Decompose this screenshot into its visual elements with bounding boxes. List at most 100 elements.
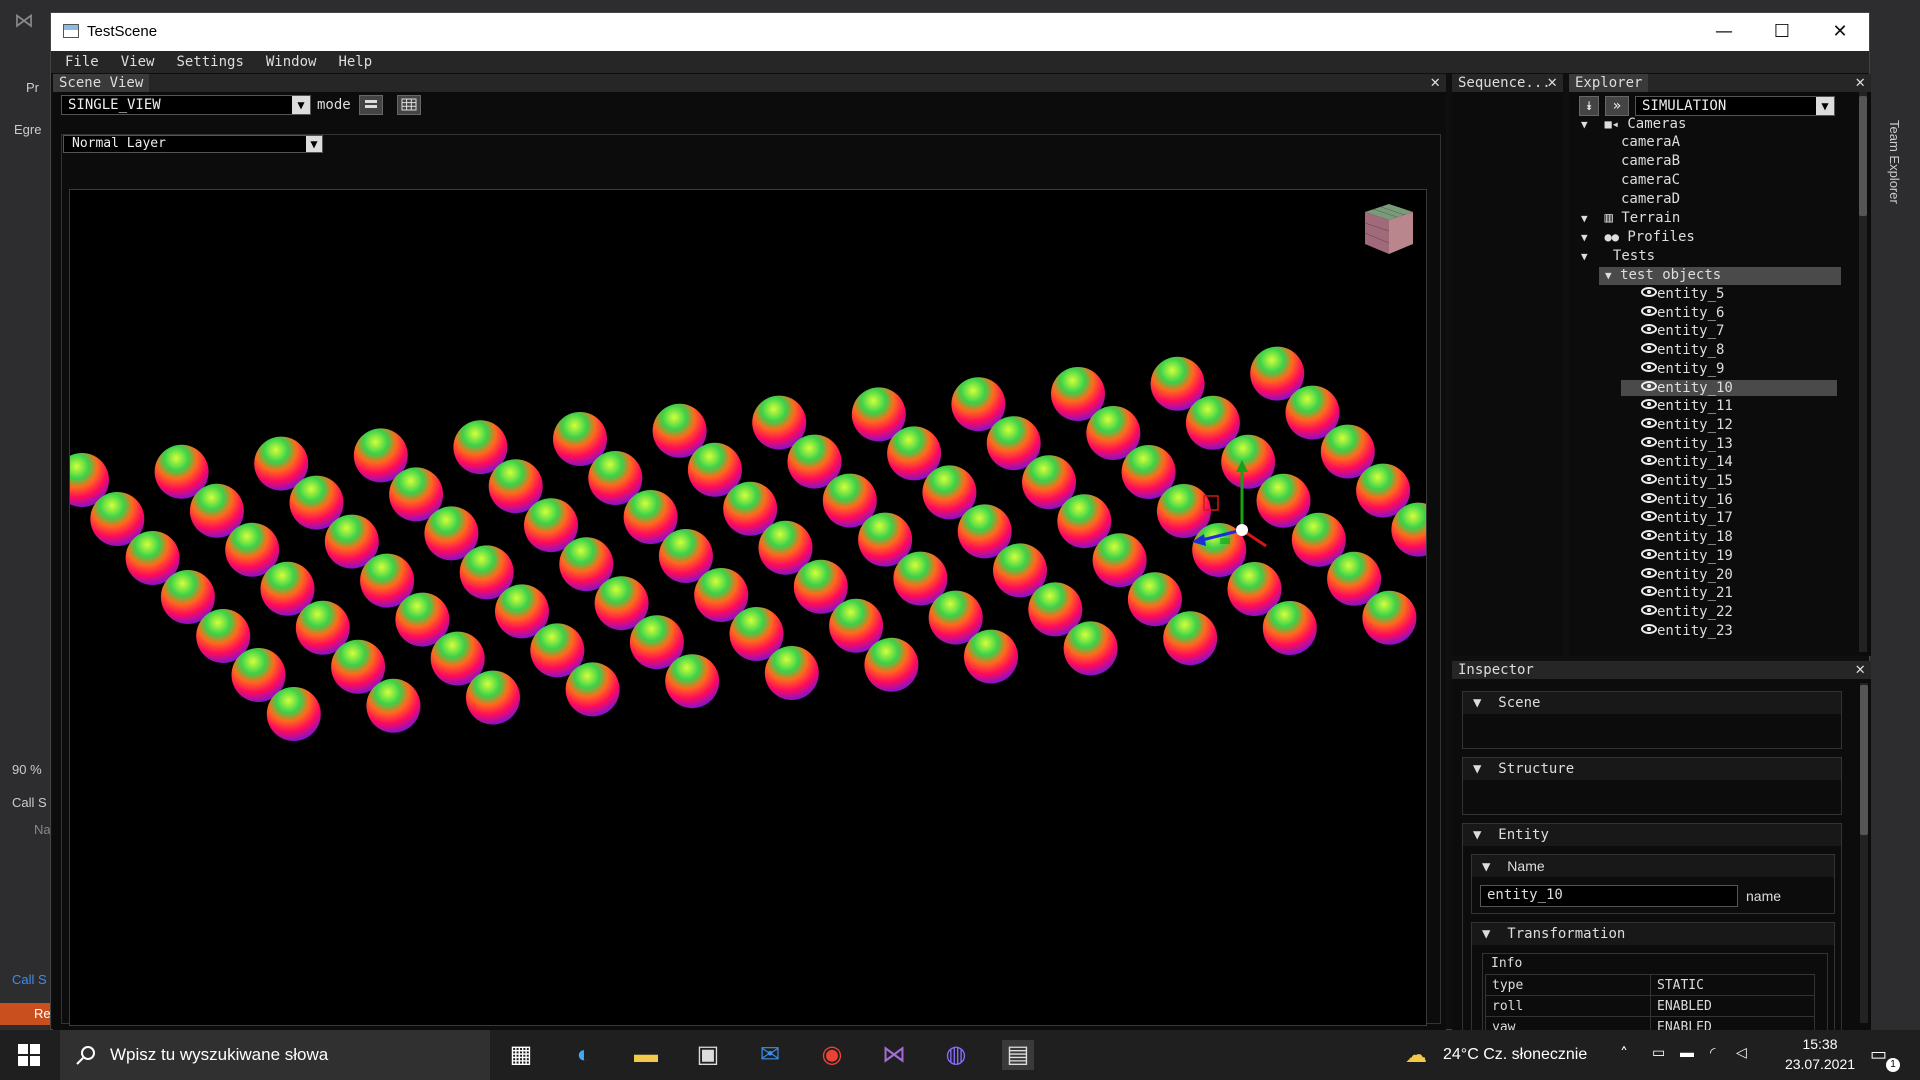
- eye-icon[interactable]: [1641, 361, 1657, 372]
- wifi-icon[interactable]: ◜: [1710, 1044, 1715, 1061]
- sphere-entity[interactable]: [964, 629, 1018, 684]
- sphere-entity[interactable]: [1362, 590, 1417, 645]
- grid-layout-button[interactable]: [397, 95, 421, 115]
- transformation-section-header[interactable]: ▼ Transformation: [1472, 923, 1834, 945]
- clock-time[interactable]: 15:38: [1780, 1036, 1860, 1052]
- eye-icon[interactable]: [1641, 399, 1657, 410]
- menu-settings[interactable]: Settings: [162, 51, 251, 70]
- eye-icon[interactable]: [1641, 604, 1657, 615]
- weather-text[interactable]: 24°C Cz. słonecznie: [1443, 1046, 1587, 1064]
- maximize-button[interactable]: ☐: [1753, 13, 1811, 51]
- tree-node-entity[interactable]: entity_20: [1621, 567, 1733, 583]
- layer-dropdown[interactable]: Normal Layer ▼: [63, 135, 323, 153]
- eye-icon[interactable]: [1641, 417, 1657, 428]
- tree-node-entity[interactable]: entity_6: [1621, 305, 1724, 321]
- sphere-entity[interactable]: [1262, 601, 1317, 655]
- sphere-entity[interactable]: [466, 670, 520, 725]
- visual-studio-taskbar-icon[interactable]: ⋈: [878, 1040, 910, 1070]
- tree-node-entity[interactable]: entity_17: [1621, 510, 1733, 526]
- tree-node-entity[interactable]: entity_9: [1621, 361, 1724, 377]
- tree-node-tests[interactable]: ▼ Tests: [1581, 248, 1655, 264]
- edge-icon[interactable]: ◐: [568, 1040, 600, 1070]
- tree-node-entity[interactable]: entity_16: [1621, 492, 1733, 508]
- tree-node-entity[interactable]: entity_22: [1621, 604, 1733, 620]
- tree-node-camera[interactable]: cameraD: [1621, 191, 1680, 207]
- testscene-taskbar-icon[interactable]: ▤: [1002, 1040, 1034, 1070]
- view-mode-dropdown[interactable]: SINGLE_VIEW ▼: [61, 95, 311, 115]
- eye-icon[interactable]: [1641, 530, 1657, 541]
- sphere-entity[interactable]: [864, 637, 919, 692]
- clock-date[interactable]: 23.07.2021: [1780, 1056, 1860, 1072]
- tree-node-entity[interactable]: entity_18: [1621, 529, 1733, 545]
- view-cube-icon[interactable]: [1357, 198, 1419, 260]
- explorer-scroll-thumb[interactable]: [1859, 96, 1867, 216]
- tree-node-camera[interactable]: cameraB: [1621, 153, 1680, 169]
- eye-icon[interactable]: [1641, 305, 1657, 316]
- eye-icon[interactable]: [1641, 324, 1657, 335]
- notification-icon[interactable]: ▭: [1870, 1044, 1887, 1065]
- eye-icon[interactable]: [1641, 586, 1657, 597]
- inspector-close-icon[interactable]: ✕: [1855, 659, 1865, 678]
- eye-icon[interactable]: [1641, 623, 1657, 634]
- eye-icon[interactable]: [1641, 455, 1657, 466]
- tree-node-entity[interactable]: entity_8: [1621, 342, 1724, 358]
- tree-node-entity[interactable]: entity_14: [1621, 454, 1733, 470]
- menu-help[interactable]: Help: [324, 51, 380, 70]
- eye-icon[interactable]: [1641, 287, 1657, 297]
- battery-icon[interactable]: ▬: [1680, 1044, 1694, 1060]
- eye-icon[interactable]: [1641, 343, 1657, 354]
- tree-node-camera[interactable]: cameraA: [1621, 134, 1680, 150]
- tree-node-entity[interactable]: entity_7: [1621, 323, 1724, 339]
- tree-node-cameras[interactable]: ▼ ■◂ Cameras: [1581, 116, 1686, 132]
- tree-node-terrain[interactable]: ▼ ▥ Terrain: [1581, 210, 1680, 226]
- volume-icon[interactable]: ◁: [1736, 1044, 1747, 1061]
- scene-view-tab[interactable]: Scene View: [53, 74, 150, 92]
- tree-node-entity[interactable]: entity_21: [1621, 585, 1733, 601]
- task-view-icon[interactable]: ▦: [505, 1040, 537, 1070]
- inspector-scrollbar[interactable]: [1860, 683, 1868, 1023]
- chrome-icon[interactable]: ◉: [816, 1040, 848, 1070]
- eye-icon[interactable]: [1641, 380, 1657, 391]
- eye-icon[interactable]: [1641, 567, 1657, 578]
- name-section-header[interactable]: ▼ Name: [1472, 855, 1834, 877]
- 3d-viewport[interactable]: [69, 189, 1427, 1026]
- eye-icon[interactable]: [1641, 436, 1657, 447]
- tray-chevron-up-icon[interactable]: ˄: [1620, 1044, 1628, 1063]
- minimize-button[interactable]: —: [1695, 13, 1753, 51]
- windows-start-icon[interactable]: [18, 1044, 40, 1071]
- sequence-close-icon[interactable]: ✕: [1547, 72, 1557, 91]
- tree-node-profiles[interactable]: ▼ ●● Profiles: [1581, 229, 1695, 245]
- sphere-entity[interactable]: [266, 687, 321, 741]
- tree-node-entity[interactable]: entity_13: [1621, 436, 1733, 452]
- sphere-entity[interactable]: [1163, 611, 1218, 666]
- sphere-entity[interactable]: [764, 646, 819, 700]
- scene-section-header[interactable]: ▼ Scene: [1463, 692, 1841, 714]
- explorer-tab[interactable]: Explorer: [1569, 74, 1649, 92]
- expand-all-button[interactable]: »: [1605, 96, 1629, 116]
- eye-icon[interactable]: [1641, 492, 1657, 503]
- entity-section-header[interactable]: ▼ Entity: [1463, 824, 1841, 846]
- tree-node-entity[interactable]: entity_19: [1621, 548, 1733, 564]
- eye-icon[interactable]: [1641, 511, 1657, 522]
- sphere-entity[interactable]: [665, 654, 720, 709]
- mail-icon[interactable]: ✉: [754, 1040, 786, 1070]
- explorer-mode-dropdown[interactable]: SIMULATION ▼: [1635, 96, 1835, 116]
- explorer-close-icon[interactable]: ✕: [1855, 72, 1865, 91]
- entity-name-input[interactable]: entity_10: [1480, 885, 1738, 907]
- tree-node-entity[interactable]: entity_5: [1621, 286, 1724, 302]
- explorer-scrollbar[interactable]: [1859, 92, 1867, 652]
- collapse-all-button[interactable]: ⯯: [1579, 96, 1599, 116]
- tree-node-entity[interactable]: entity_15: [1621, 473, 1733, 489]
- tree-node-entity[interactable]: entity_11: [1621, 398, 1733, 414]
- menu-file[interactable]: File: [51, 51, 107, 70]
- sequence-tab[interactable]: Sequence...: [1452, 74, 1557, 92]
- scene-view-close-icon[interactable]: ✕: [1430, 72, 1440, 91]
- eye-icon[interactable]: [1641, 548, 1657, 559]
- sphere-entity[interactable]: [565, 662, 620, 717]
- tree-node-entity[interactable]: entity_12: [1621, 417, 1733, 433]
- inspector-tab[interactable]: Inspector: [1452, 661, 1540, 679]
- file-explorer-icon[interactable]: ▬: [630, 1040, 662, 1070]
- inspector-scroll-thumb[interactable]: [1860, 685, 1868, 835]
- eye-icon[interactable]: [1641, 474, 1657, 484]
- network-icon[interactable]: ▭: [1652, 1044, 1665, 1061]
